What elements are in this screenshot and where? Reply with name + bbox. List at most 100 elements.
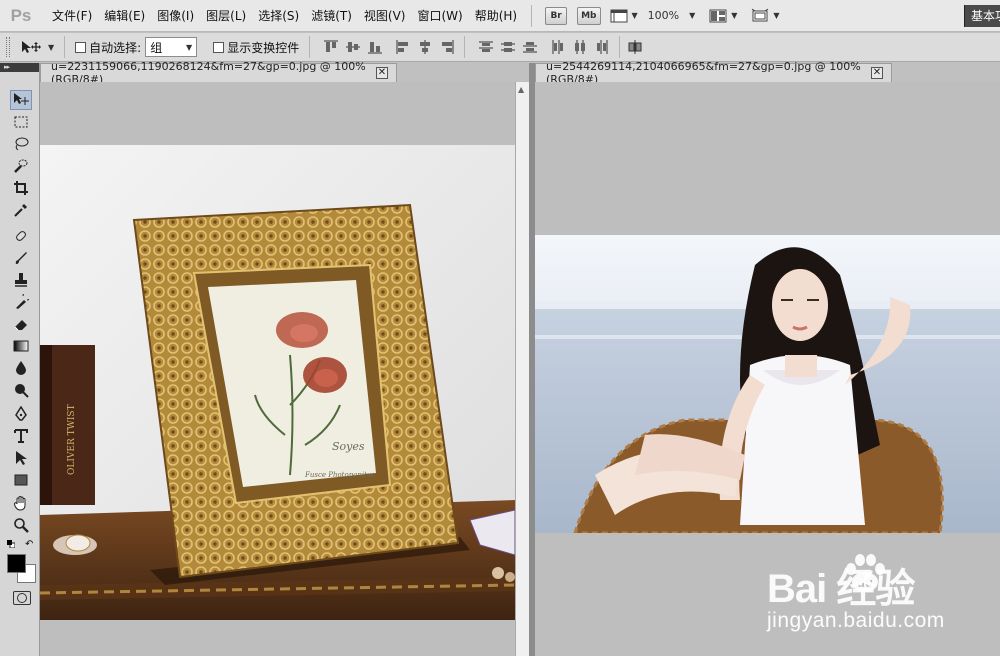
move-tool-icon bbox=[14, 93, 29, 105]
lasso-tool[interactable] bbox=[10, 134, 32, 154]
type-tool[interactable] bbox=[10, 426, 32, 446]
book-spine-text: OLIVER TWIST bbox=[67, 404, 77, 475]
baidu-jingyan-watermark: du Bai 经验 jingyan.baidu.com bbox=[765, 548, 995, 648]
distribute-right-icon[interactable] bbox=[593, 38, 611, 56]
distribute-buttons bbox=[475, 38, 613, 56]
distribute-left-icon[interactable] bbox=[549, 38, 567, 56]
move-tool[interactable] bbox=[10, 90, 32, 110]
align-top-edges-icon[interactable] bbox=[322, 38, 340, 56]
chevron-down-icon: ▼ bbox=[631, 11, 638, 20]
options-divider bbox=[619, 36, 621, 58]
checkbox-box[interactable] bbox=[75, 41, 87, 53]
marquee-tool[interactable] bbox=[10, 112, 32, 132]
document-tab-1[interactable]: u=2231159066,1190268124&fm=27&gp=0.jpg @… bbox=[40, 60, 397, 86]
swap-colors-icon[interactable]: ↶ bbox=[25, 539, 33, 550]
vertical-scrollbar[interactable]: ▲ bbox=[515, 82, 529, 656]
auto-align-layers-icon[interactable] bbox=[626, 38, 644, 56]
distribute-top-icon[interactable] bbox=[477, 38, 495, 56]
options-grip[interactable] bbox=[6, 37, 10, 57]
mini-bridge-button[interactable]: Mb bbox=[577, 6, 601, 25]
distribute-bottom-icon[interactable] bbox=[521, 38, 539, 56]
menu-image[interactable]: 图像(I) bbox=[151, 0, 200, 32]
show-transform-checkbox[interactable]: 显示变换控件 bbox=[213, 39, 299, 56]
picture-script-text: Soyes bbox=[332, 440, 365, 453]
picture-caption-text: Fusce Photopanitus bbox=[304, 471, 375, 479]
crop-tool[interactable] bbox=[10, 178, 32, 198]
path-selection-tool[interactable] bbox=[10, 448, 32, 468]
bridge-button[interactable]: Br bbox=[545, 6, 568, 25]
chevron-down-icon[interactable]: ▼ bbox=[689, 11, 695, 20]
auto-select-dropdown[interactable]: 组 ▼ bbox=[145, 37, 198, 57]
brush-tool[interactable] bbox=[10, 248, 32, 268]
pen-tool[interactable] bbox=[10, 404, 32, 424]
workspace-switcher[interactable]: 基本功能 bbox=[964, 5, 1000, 27]
zoom-level[interactable]: 100% bbox=[648, 9, 679, 22]
document-tab-2[interactable]: u=2544269114,2104066965&fm=27&gp=0.jpg @… bbox=[535, 60, 892, 86]
menu-window[interactable]: 窗口(W) bbox=[411, 0, 468, 32]
healing-brush-tool[interactable] bbox=[10, 226, 32, 246]
menu-view[interactable]: 视图(V) bbox=[358, 0, 412, 32]
hand-tool[interactable] bbox=[10, 493, 32, 513]
align-vertical-centers-icon[interactable] bbox=[344, 38, 362, 56]
blur-tool[interactable] bbox=[10, 358, 32, 378]
menu-select[interactable]: 选择(S) bbox=[252, 0, 305, 32]
photo-frame-image: OLIVER TWIST Soyes Fusce Photopanitus bbox=[40, 145, 515, 620]
close-icon[interactable]: ✕ bbox=[376, 67, 388, 79]
quick-mask-icon[interactable] bbox=[13, 591, 31, 605]
default-colors-icon[interactable] bbox=[7, 540, 15, 548]
history-brush-icon bbox=[16, 294, 29, 309]
quick-selection-tool[interactable] bbox=[10, 156, 32, 176]
align-bottom-edges-icon[interactable] bbox=[366, 38, 384, 56]
scroll-up-icon[interactable]: ▲ bbox=[518, 85, 524, 94]
hand-icon bbox=[13, 496, 26, 511]
auto-select-checkbox[interactable]: 自动选择: bbox=[75, 39, 141, 56]
tools-panel-header[interactable]: ▸▸ bbox=[0, 63, 39, 72]
arrange-documents-icon bbox=[709, 9, 727, 22]
screen-mode-menu[interactable]: ▼ bbox=[751, 8, 780, 24]
history-brush-tool[interactable] bbox=[10, 292, 32, 312]
gradient-tool[interactable] bbox=[10, 336, 32, 356]
portrait-image bbox=[535, 235, 1000, 533]
type-icon bbox=[14, 429, 28, 443]
menu-bar: Ps 文件(F) 编辑(E) 图像(I) 图层(L) 选择(S) 滤镜(T) 视… bbox=[0, 0, 1000, 32]
eyedropper-tool[interactable] bbox=[10, 200, 32, 220]
menu-file[interactable]: 文件(F) bbox=[46, 0, 98, 32]
distribute-horizontal-centers-icon[interactable] bbox=[571, 38, 589, 56]
healing-brush-icon bbox=[16, 231, 26, 241]
zoom-tool[interactable] bbox=[10, 515, 32, 535]
align-buttons bbox=[320, 38, 458, 56]
align-left-edges-icon[interactable] bbox=[394, 38, 412, 56]
chevron-down-icon: ▼ bbox=[731, 11, 738, 20]
rectangle-tool[interactable] bbox=[10, 470, 32, 490]
menu-layer[interactable]: 图层(L) bbox=[200, 0, 252, 32]
extras-menu[interactable]: ▼ bbox=[610, 8, 638, 24]
menubar-divider bbox=[531, 4, 533, 27]
eraser-icon bbox=[14, 320, 27, 331]
distribute-vertical-centers-icon[interactable] bbox=[499, 38, 517, 56]
screen-mode-icon bbox=[752, 8, 769, 21]
path-selection-icon bbox=[16, 451, 27, 465]
dodge-tool[interactable] bbox=[10, 380, 32, 400]
clone-stamp-tool[interactable] bbox=[10, 270, 32, 290]
dodge-icon bbox=[15, 384, 29, 398]
align-right-edges-icon[interactable] bbox=[438, 38, 456, 56]
menu-help[interactable]: 帮助(H) bbox=[469, 0, 523, 32]
arrange-documents-menu[interactable]: ▼ bbox=[709, 8, 737, 24]
chevron-down-icon: ▼ bbox=[48, 42, 55, 52]
close-icon[interactable]: ✕ bbox=[871, 67, 883, 79]
eraser-tool[interactable] bbox=[10, 314, 32, 334]
checkbox-box[interactable] bbox=[213, 41, 225, 53]
tool-preset-picker[interactable]: ▼ bbox=[20, 39, 54, 55]
menu-edit[interactable]: 编辑(E) bbox=[98, 0, 151, 32]
lasso-icon bbox=[15, 137, 29, 151]
move-tool-icon bbox=[22, 41, 41, 53]
pen-icon bbox=[15, 406, 27, 421]
rectangle-shape-icon bbox=[14, 474, 28, 486]
menu-filter[interactable]: 滤镜(T) bbox=[305, 0, 358, 32]
photoshop-logo: Ps bbox=[10, 5, 32, 25]
align-horizontal-centers-icon[interactable] bbox=[416, 38, 434, 56]
stamp-icon bbox=[15, 273, 27, 287]
foreground-color-swatch[interactable] bbox=[7, 554, 26, 573]
auto-select-value: 组 bbox=[150, 40, 163, 55]
crop-icon bbox=[14, 181, 28, 195]
